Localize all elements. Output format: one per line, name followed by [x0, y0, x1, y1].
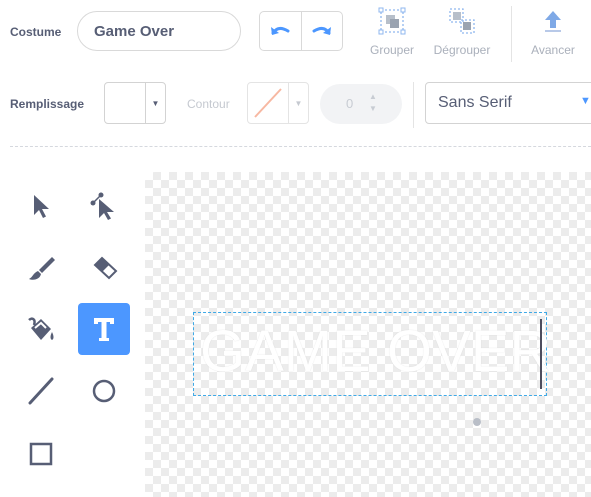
- outline-width-stepper[interactable]: 0 ▲ ▼: [320, 84, 402, 124]
- font-select[interactable]: Sans Serif ▼: [425, 82, 591, 124]
- redo-icon: [312, 26, 331, 35]
- outline-width-value: 0: [346, 96, 354, 111]
- brush-icon: [29, 257, 55, 280]
- line-tool[interactable]: [15, 365, 67, 417]
- forward-label: Avancer: [531, 43, 575, 57]
- outline-swatch: [248, 83, 288, 123]
- text-selection-box[interactable]: GAME OVER: [193, 312, 551, 396]
- group-label: Grouper: [369, 43, 415, 57]
- costume-name-input[interactable]: [77, 11, 241, 51]
- eraser-tool[interactable]: [78, 242, 130, 294]
- group-icon: [378, 7, 406, 35]
- chevron-down-icon: ▼: [288, 83, 308, 123]
- text-tool[interactable]: [78, 303, 130, 355]
- fill-swatch: [105, 83, 145, 123]
- outline-color-picker[interactable]: ▼: [247, 82, 309, 124]
- toolbar-divider: [511, 6, 512, 62]
- select-tool[interactable]: [15, 180, 67, 232]
- arrow-up-icon: [545, 11, 561, 32]
- toolbar-separator: [10, 146, 591, 147]
- undo-button[interactable]: [260, 12, 301, 50]
- brush-tool[interactable]: [15, 242, 67, 294]
- fill-tool[interactable]: [15, 303, 67, 355]
- undo-icon: [271, 26, 290, 35]
- row-divider: [413, 82, 414, 128]
- ungroup-label: Dégrouper: [433, 43, 491, 57]
- rotation-center-icon: [473, 418, 481, 426]
- select-icon: [34, 195, 49, 218]
- fill-icon: [28, 317, 54, 340]
- circle-icon: [92, 379, 116, 403]
- outline-label: Contour: [187, 97, 230, 111]
- circle-tool[interactable]: [78, 365, 130, 417]
- reshape-tool[interactable]: [78, 180, 130, 232]
- ungroup-icon: [449, 8, 475, 34]
- fill-color-picker[interactable]: ▼: [104, 82, 166, 124]
- redo-button[interactable]: [300, 12, 343, 50]
- fill-label: Remplissage: [10, 97, 85, 111]
- line-icon: [28, 377, 54, 405]
- chevron-down-icon: ▼: [145, 83, 165, 123]
- rectangle-icon: [29, 442, 53, 466]
- costume-label: Costume: [10, 25, 62, 39]
- group-button[interactable]: Grouper: [365, 6, 419, 58]
- chevron-down-icon: ▼: [580, 95, 591, 107]
- no-color-icon: [254, 88, 282, 118]
- font-select-value: Sans Serif: [438, 94, 512, 111]
- undo-redo-group: [259, 11, 343, 51]
- text-cursor: [540, 319, 542, 389]
- text-icon: [94, 318, 114, 341]
- eraser-icon: [93, 256, 118, 280]
- paint-canvas[interactable]: GAME OVER: [145, 172, 591, 497]
- stepper-arrows-icon: ▲ ▼: [369, 92, 377, 113]
- forward-button[interactable]: Avancer: [525, 6, 581, 58]
- reshape-icon: [90, 192, 114, 220]
- rectangle-tool[interactable]: [15, 428, 67, 480]
- canvas-text[interactable]: GAME OVER: [200, 313, 551, 391]
- ungroup-button[interactable]: Dégrouper: [427, 6, 497, 58]
